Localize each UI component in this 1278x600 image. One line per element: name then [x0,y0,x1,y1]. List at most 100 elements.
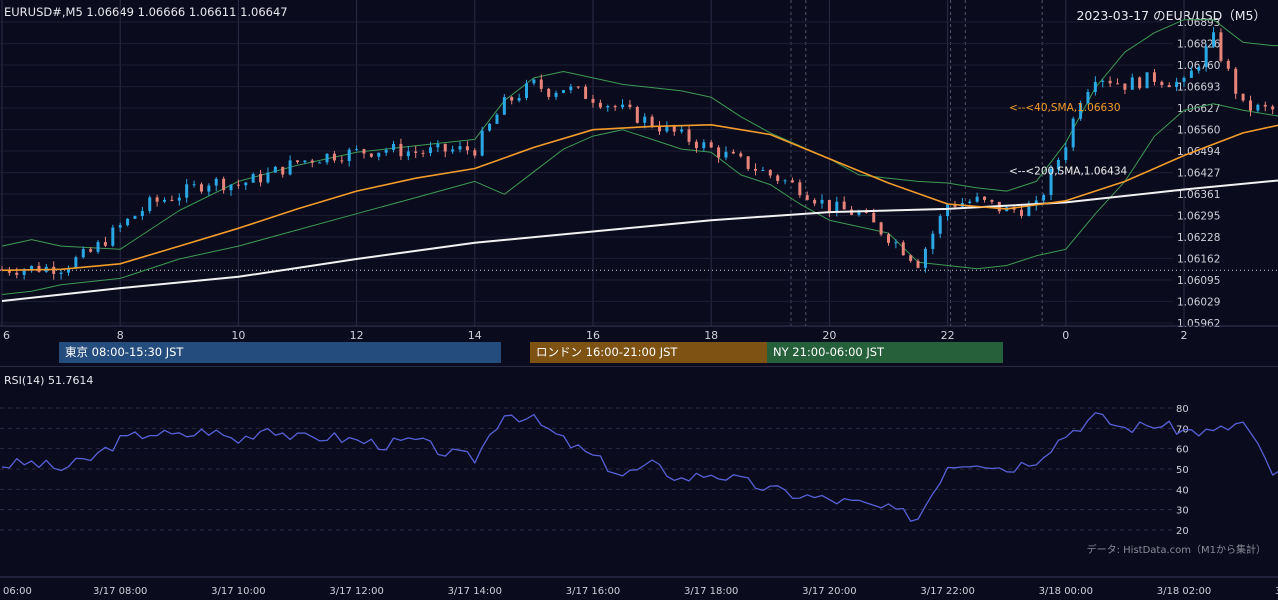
candle-body [657,126,661,132]
candle-body [731,151,735,154]
candle-body [332,153,336,161]
candle-body [1138,77,1142,89]
candle-body [340,160,344,162]
price-x-tick-label: 0 [1062,329,1069,342]
rsi-x-time-label: 3/17 08:00 [93,586,147,597]
candle-body [938,216,942,234]
candle-body [458,146,462,150]
candle-body [702,142,706,149]
candle-body [931,233,935,249]
candle-body [303,160,307,163]
candle-body [369,153,373,157]
candle-body [547,88,551,97]
rsi-x-time-label: 06:00 [3,586,32,597]
candle-body [532,79,536,84]
candle-body [59,272,63,274]
candle-body [561,90,565,93]
price-chart[interactable]: 68101214161820220241.068931.068261.06760… [0,0,1278,342]
candle-body [259,174,263,183]
candle-body [355,149,359,151]
candle-body [842,201,846,210]
candle-body [428,147,432,154]
price-y-tick-label: 1.05962 [1177,318,1220,330]
candle-body [1204,46,1208,68]
candle-body [894,242,898,244]
candle-body [709,142,713,148]
rsi-y-tick-label: 30 [1176,506,1189,517]
price-y-tick-label: 1.06361 [1177,189,1220,201]
candle-body [103,242,107,246]
candle-body [126,218,130,226]
rsi-x-time-label: 3/17 14:00 [448,586,502,597]
candle-body [510,97,514,101]
candle-body [554,92,558,97]
price-y-tick-label: 1.06560 [1177,125,1220,137]
price-x-tick-label: 6 [3,329,10,342]
price-x-tick-label: 14 [468,329,482,342]
candle-body [1263,104,1267,107]
candle-body [443,143,447,152]
candle-body [377,152,381,157]
candle-body [111,227,115,246]
candle-body [1116,83,1120,85]
candle-body [923,248,927,268]
candle-body [392,143,396,150]
price-x-tick-label: 18 [704,329,718,342]
candle-body [1123,83,1127,90]
candle-body [1145,72,1149,89]
candle-body [140,210,144,217]
sma200-line [1,179,1278,302]
candle-body [52,266,56,274]
candle-body [746,156,750,169]
candle-body [480,130,484,156]
candle-body [879,222,883,235]
candle-body [199,184,203,192]
candle-body [133,216,137,219]
rsi-y-tick-label: 60 [1176,445,1189,456]
candle-body [768,170,772,176]
candle-body [968,201,972,203]
candle-body [1271,106,1275,110]
candle-body [1071,118,1075,148]
candle-body [362,149,366,154]
rsi-chart[interactable]: 8070605040302006:00 3/17 08:00 3/17 10:00 3… [0,367,1278,600]
candle-body [591,98,595,103]
rsi-x-time-label: 3/17 18:00 [684,586,738,597]
candle-body [790,180,794,183]
ma-annotation-label: <--<200,SMA,1.06434 [1009,165,1128,177]
candle-body [281,166,285,175]
candle-body [1241,93,1245,101]
rsi-y-tick-label: 50 [1176,465,1189,476]
price-x-tick-label: 16 [586,329,600,342]
candle-body [37,265,41,272]
candle-body [451,149,455,152]
rsi-x-time-label: 3/18 00:00 [1039,586,1093,597]
candle-body [155,197,159,202]
sma40-line [1,124,1278,272]
price-y-tick-label: 1.06427 [1177,168,1220,180]
candle-body [798,182,802,196]
price-x-tick-label: 20 [822,329,836,342]
candle-body [576,86,580,88]
candle-body [1152,72,1156,82]
candle-body [1064,147,1068,161]
candle-body [872,212,876,223]
candle-body [724,151,728,158]
candle-body [1101,80,1105,82]
candle-body [650,116,654,127]
candle-body [569,86,573,91]
candle-body [414,151,418,153]
candle-body [680,129,684,132]
session-tokyo: 東京 08:00-15:30 JST [59,342,501,363]
candle-body [1108,80,1112,84]
ma-annotation-label: <--<40,SMA,1.06630 [1009,102,1121,114]
rsi-y-tick-label: 20 [1176,526,1189,537]
candle-body [643,116,647,123]
candle-body [325,153,329,163]
candle-body [236,184,240,186]
candle-body [266,172,270,183]
candle-body [288,160,292,175]
candle-body [177,197,181,201]
candle-body [584,86,588,99]
candle-body [754,168,758,171]
